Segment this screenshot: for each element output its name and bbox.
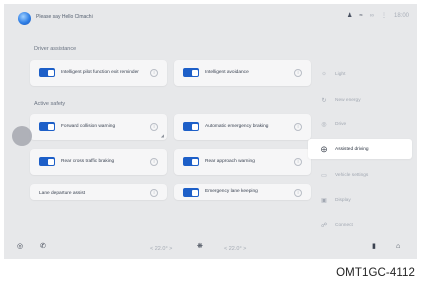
menu-item-assisted-driving[interactable]: ⨁ Assisted driving	[308, 139, 412, 159]
toggle-switch[interactable]	[183, 122, 199, 131]
figure-code: OMT1GC-4112	[336, 267, 415, 279]
setting-label: Intelligent avoidance	[205, 70, 249, 75]
menu-item-light[interactable]: ☼ Light	[308, 64, 412, 84]
setting-card[interactable]: Emergency lane keeping i	[174, 184, 311, 200]
menu-label: Assisted driving	[335, 146, 369, 152]
menu-label: New energy	[335, 97, 361, 103]
setting-card[interactable]: Intelligent pilot function exit reminder…	[30, 60, 167, 86]
setting-label: Forward collision warning	[61, 124, 116, 129]
toggle-switch[interactable]	[39, 68, 55, 77]
toggle-switch[interactable]	[39, 122, 55, 131]
setting-card[interactable]: Rear cross traffic braking i	[30, 149, 167, 175]
info-icon[interactable]: i	[150, 158, 158, 166]
setting-label: Lane departure assist	[39, 191, 86, 196]
menu-label: Light	[335, 71, 346, 77]
info-icon[interactable]: i	[294, 69, 302, 77]
bottom-bar: ◎ ✆ < 22.0° > ❋ < 22.0° > ▮ ⌂	[4, 236, 417, 259]
menu-label: Connect	[335, 222, 353, 228]
connect-icon: ☍	[320, 222, 328, 229]
section-driver-assistance: Driver assistance	[34, 46, 77, 52]
info-icon[interactable]: i	[150, 69, 158, 77]
setting-card[interactable]: Rear approach warning i	[174, 149, 311, 175]
info-icon[interactable]: i	[294, 158, 302, 166]
setting-card[interactable]: Lane departure assist i	[30, 184, 167, 200]
menu-item-new-energy[interactable]: ↻ New energy	[308, 90, 412, 110]
steering-icon: ⨁	[321, 146, 327, 153]
phone-icon[interactable]: ✆	[40, 242, 46, 252]
bluetooth-icon: ∞	[369, 13, 374, 19]
setting-label: Automatic emergency braking	[205, 124, 269, 129]
fan-icon[interactable]: ❋	[197, 242, 203, 252]
right-temperature[interactable]: < 22.0° >	[224, 244, 246, 254]
info-icon[interactable]: i	[294, 123, 302, 131]
toggle-switch[interactable]	[183, 188, 199, 197]
toggle-switch[interactable]	[39, 157, 55, 166]
car-icon: ▭	[321, 172, 327, 179]
infotainment-screen: Please say Hello Clmachi ♟ ≈ ∞ ⋮ 18:00 D…	[4, 4, 417, 259]
section-active-safety: Active safety	[34, 101, 66, 107]
setting-label: Rear approach warning	[205, 159, 255, 164]
home-icon[interactable]: ⌂	[396, 242, 400, 252]
menu-item-display[interactable]: ▣ Display	[308, 190, 412, 210]
seat-icon[interactable]: ▮	[372, 242, 376, 252]
energy-icon: ↻	[321, 97, 327, 104]
info-icon[interactable]: i	[294, 189, 302, 197]
drive-icon: ◎	[321, 121, 327, 128]
setting-card[interactable]: Intelligent avoidance i	[174, 60, 311, 86]
clock-text: 18:00	[393, 13, 409, 19]
voice-assistant-icon[interactable]	[18, 12, 31, 25]
person-icon: ♟	[347, 13, 353, 19]
status-bar: Please say Hello Clmachi ♟ ≈ ∞ ⋮ 18:00	[4, 4, 417, 30]
setting-label: Intelligent pilot function exit reminder	[61, 70, 139, 75]
menu-item-vehicle-settings[interactable]: ▭ Vehicle settings	[308, 165, 412, 185]
toggle-switch[interactable]	[183, 68, 199, 77]
menu-label: Drive	[335, 121, 347, 127]
setting-card[interactable]: Forward collision warning i ◢	[30, 114, 167, 140]
voice-prompt: Please say Hello Clmachi	[36, 14, 93, 20]
corner-mark-icon: ◢	[160, 133, 164, 138]
setting-label: Rear cross traffic braking	[61, 159, 115, 164]
info-icon[interactable]: i	[150, 189, 158, 197]
menu-label: Display	[335, 197, 351, 203]
light-icon: ☼	[321, 71, 327, 77]
display-icon: ▣	[321, 197, 327, 204]
menu-item-connect[interactable]: ☍ Connect	[308, 215, 412, 235]
left-temperature[interactable]: < 22.0° >	[150, 244, 172, 254]
status-icons: ♟ ≈ ∞ ⋮ 18:00	[347, 12, 409, 20]
wifi-icon: ≈	[359, 13, 363, 19]
signal-icon: ⋮	[380, 13, 387, 19]
menu-item-drive[interactable]: ◎ Drive	[308, 114, 412, 134]
menu-label: Vehicle settings	[335, 172, 369, 178]
settings-content: Driver assistance Intelligent pilot func…	[4, 30, 311, 236]
floating-assist-button[interactable]	[12, 126, 32, 146]
setting-card[interactable]: Automatic emergency braking i	[174, 114, 311, 140]
info-icon[interactable]: i	[150, 123, 158, 131]
home-dock-icon[interactable]: ◎	[17, 242, 23, 252]
toggle-switch[interactable]	[183, 157, 199, 166]
setting-label: Emergency lane keeping	[205, 189, 258, 194]
